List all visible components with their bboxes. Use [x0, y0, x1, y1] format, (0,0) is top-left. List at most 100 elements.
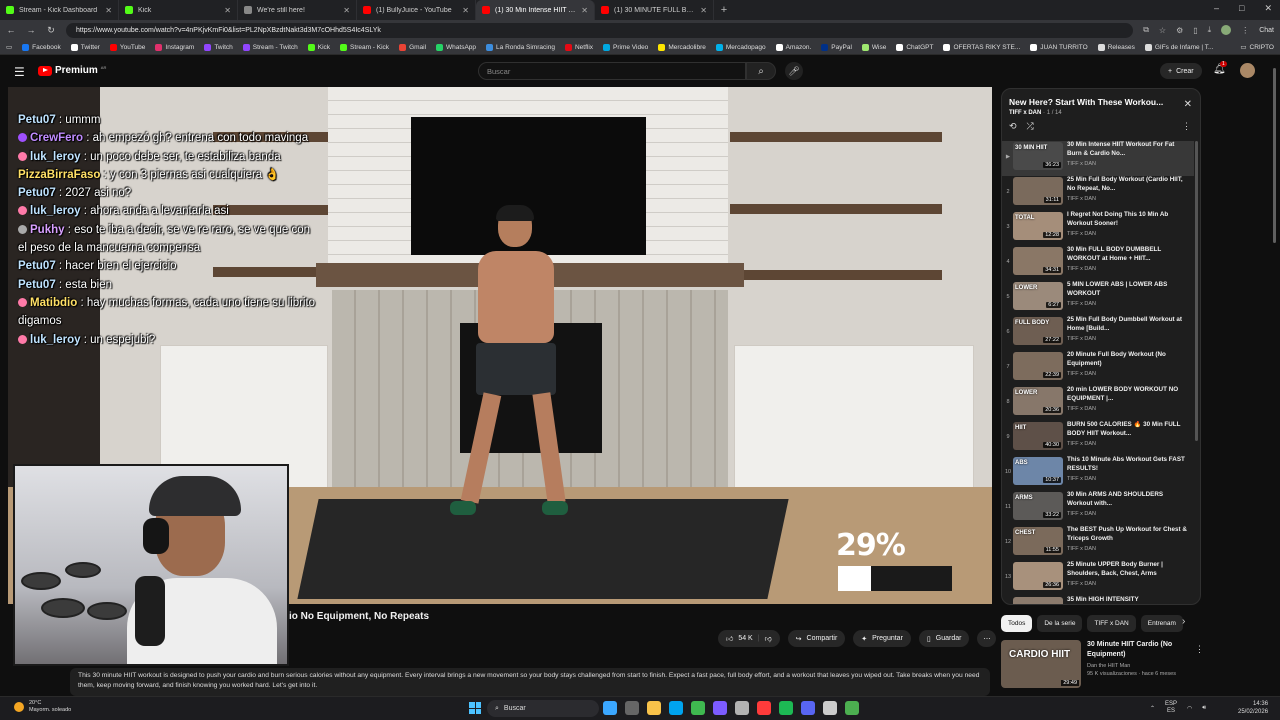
- create-button[interactable]: + Crear: [1160, 63, 1202, 79]
- page-scrollbar[interactable]: [1272, 58, 1277, 688]
- language-indicator[interactable]: ESP ES: [1165, 701, 1177, 715]
- playlist-thumbnail[interactable]: 22:39: [1013, 352, 1063, 380]
- page-scrollbar-thumb[interactable]: [1273, 68, 1276, 243]
- bookmark-item[interactable]: Stream - Kick: [340, 43, 389, 51]
- rec-thumbnail[interactable]: CARDIO HIIT 29:49: [1001, 640, 1081, 688]
- bookmark-item[interactable]: WhatsApp: [436, 43, 476, 51]
- filter-chip[interactable]: De la serie: [1037, 615, 1083, 632]
- playlist-title[interactable]: New Here? Start With These Workou...: [1009, 97, 1179, 107]
- chevron-up-icon[interactable]: ⌃: [1150, 705, 1155, 712]
- shuffle-icon[interactable]: ⤮: [1027, 121, 1034, 132]
- browser-tab[interactable]: Kick ✕: [119, 0, 238, 20]
- playlist-scrollbar[interactable]: [1195, 141, 1198, 441]
- bookmark-item[interactable]: PayPal: [821, 43, 852, 51]
- taskbar-app-icon[interactable]: [691, 701, 705, 715]
- bookmark-item[interactable]: Mercadopago: [715, 43, 766, 51]
- playlist-thumbnail[interactable]: LOWER 6:27: [1013, 282, 1063, 310]
- bookmark-item[interactable]: Releases: [1097, 43, 1135, 51]
- translate-icon[interactable]: ⧉: [1143, 25, 1149, 35]
- sidebar-icon[interactable]: ▯: [1193, 26, 1197, 35]
- rec-channel[interactable]: Dan the HIIT Man: [1087, 662, 1187, 670]
- taskbar-app-icon[interactable]: [845, 701, 859, 715]
- browser-tab[interactable]: We're still here! ✕: [238, 0, 357, 20]
- close-icon[interactable]: ✕: [224, 6, 231, 15]
- bookmark-item[interactable]: Prime Video: [603, 43, 648, 51]
- bookmark-item[interactable]: Wise: [861, 43, 886, 51]
- taskbar-app-icon[interactable]: [713, 701, 727, 715]
- hamburger-menu-icon[interactable]: ☰: [14, 65, 25, 79]
- bookmark-item[interactable]: Amazon.: [775, 43, 811, 51]
- playlist-item[interactable]: 13 26:36 25 Minute UPPER Body Burner | Sho…: [1002, 561, 1194, 596]
- playlist-item[interactable]: 9 HIIT 40:30 BURN 500 CALORIES 🔥 30 Min FUL…: [1002, 421, 1194, 456]
- more-dots-icon[interactable]: ⋮: [1182, 121, 1191, 132]
- bookmark-item[interactable]: Netflix: [564, 43, 593, 51]
- back-icon[interactable]: ←: [6, 25, 16, 35]
- url-field[interactable]: https://www.youtube.com/watch?v=4nPKjvKm…: [66, 22, 1134, 38]
- maximize-button[interactable]: □: [1239, 3, 1244, 14]
- playlist-item[interactable]: 2 31:11 25 Min Full Body Workout (Cardio H…: [1002, 176, 1194, 211]
- playlist-item[interactable]: 11 ARMS 33:22 30 Min ARMS AND SHOULDERS Wor…: [1002, 491, 1194, 526]
- close-icon[interactable]: ✕: [581, 6, 588, 15]
- close-icon[interactable]: ✕: [105, 6, 112, 15]
- new-tab-button[interactable]: +: [714, 4, 734, 16]
- profile-avatar[interactable]: [1221, 25, 1232, 35]
- playlist-thumbnail[interactable]: FULL BODY 27:22: [1013, 317, 1063, 345]
- more-dots-icon[interactable]: ⋮: [1195, 644, 1204, 655]
- bookmark-item[interactable]: Gmail: [399, 43, 426, 51]
- reload-icon[interactable]: ↻: [46, 25, 56, 36]
- playlist-thumbnail[interactable]: [1013, 597, 1063, 604]
- weather-widget[interactable]: 20°C Mayorm. soleado: [14, 700, 71, 714]
- bookmark-folder-cripto[interactable]: ▭ CRIPTO: [1240, 43, 1274, 52]
- minimize-button[interactable]: –: [1214, 3, 1219, 14]
- apps-icon[interactable]: ▭: [6, 43, 12, 51]
- bookmark-star-icon[interactable]: ☆: [1159, 26, 1166, 35]
- taskbar-app-icon[interactable]: [603, 701, 617, 715]
- close-icon[interactable]: ✕: [1184, 99, 1192, 110]
- notifications-bell-icon[interactable]: 🔔︎ 1: [1213, 61, 1227, 75]
- bookmark-item[interactable]: YouTube: [109, 43, 145, 51]
- filter-chip[interactable]: TIFF x DAN: [1087, 615, 1136, 632]
- bookmark-item[interactable]: ChatGPT: [896, 43, 933, 51]
- playlist-thumbnail[interactable]: ABS 10:37: [1013, 457, 1063, 485]
- loop-icon[interactable]: ⟲: [1009, 121, 1017, 132]
- thumbs-down-icon[interactable]: 👎︎: [765, 634, 772, 643]
- playlist-thumbnail[interactable]: 26:36: [1013, 562, 1063, 590]
- playlist-item[interactable]: ▶ 30 MIN HIIT 36:23 30 Min Intense HIIT Wor…: [1002, 141, 1194, 176]
- playlist-thumbnail[interactable]: 34:31: [1013, 247, 1063, 275]
- youtube-premium-logo[interactable]: Premium AR: [38, 65, 106, 76]
- playlist-thumbnail[interactable]: 30 MIN HIIT 36:23: [1013, 142, 1063, 170]
- playlist-item[interactable]: 10 ABS 10:37 This 10 Minute Abs Workout Get…: [1002, 456, 1194, 491]
- voice-search-button[interactable]: 🎤︎: [785, 62, 803, 80]
- browser-tab[interactable]: (1) BullyJuice - YouTube ✕: [357, 0, 476, 20]
- playlist-thumbnail[interactable]: CHEST 11:55: [1013, 527, 1063, 555]
- bookmark-item[interactable]: La Ronda Simracing: [486, 43, 555, 51]
- playlist-thumbnail[interactable]: HIIT 40:30: [1013, 422, 1063, 450]
- playlist-item[interactable]: 6 FULL BODY 27:22 25 Min Full Body Dumbbell…: [1002, 316, 1194, 351]
- playlist-item[interactable]: 5 LOWER 6:27 5 MIN LOWER ABS | LOWER ABS WO…: [1002, 281, 1194, 316]
- playlist-thumbnail[interactable]: LOWER 20:36: [1013, 387, 1063, 415]
- playlist-thumbnail[interactable]: ARMS 33:22: [1013, 492, 1063, 520]
- bookmark-item[interactable]: Kick: [307, 43, 330, 51]
- browser-tab[interactable]: Stream - Kick Dashboard ✕: [0, 0, 119, 20]
- menu-dots-icon[interactable]: ⋮: [1241, 26, 1249, 35]
- taskbar-app-icon[interactable]: [823, 701, 837, 715]
- close-icon[interactable]: ✕: [462, 6, 469, 15]
- taskbar-search[interactable]: ⌕ Buscar: [487, 700, 599, 717]
- windows-start-icon[interactable]: [469, 702, 481, 714]
- bookmark-item[interactable]: Twitch: [204, 43, 233, 51]
- bookmark-item[interactable]: Stream - Twitch: [242, 43, 298, 51]
- ask-button[interactable]: ✦ Preguntar: [853, 630, 911, 647]
- chevron-right-icon[interactable]: ›: [1182, 616, 1185, 627]
- taskbar-app-icon[interactable]: [801, 701, 815, 715]
- filter-chip[interactable]: Todos: [1001, 615, 1033, 632]
- playlist-item[interactable]: 1435 Min HIGH INTENSITY: [1002, 596, 1194, 604]
- search-button[interactable]: ⌕: [746, 62, 776, 80]
- bookmark-item[interactable]: Twitter: [70, 43, 100, 51]
- forward-icon[interactable]: →: [26, 25, 36, 35]
- save-button[interactable]: ▯ Guardar: [918, 630, 970, 647]
- volume-icon[interactable]: 🔊︎: [1202, 705, 1206, 712]
- taskbar-app-icon[interactable]: [779, 701, 793, 715]
- browser-tab[interactable]: (1) 30 Min Intense HIIT Workout F ✕: [476, 0, 595, 20]
- close-icon[interactable]: ✕: [700, 6, 707, 15]
- bookmark-item[interactable]: Mercadolibre: [658, 43, 706, 51]
